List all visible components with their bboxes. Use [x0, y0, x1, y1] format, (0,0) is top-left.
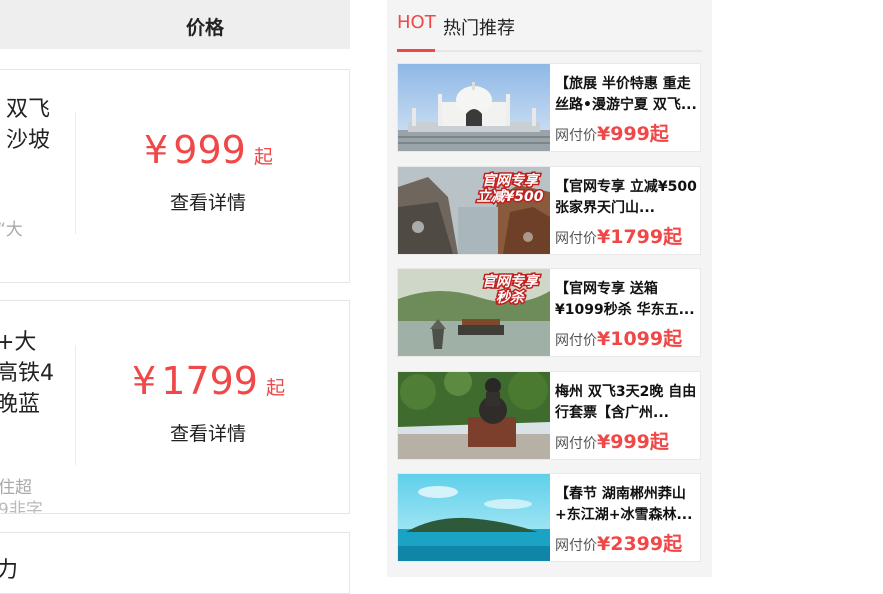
- product-title-line: 高铁4: [0, 361, 54, 386]
- badge-text: 立减¥500: [477, 188, 544, 205]
- recommend-price: 网付价¥999起: [555, 427, 669, 454]
- product-card[interactable]: +大 高铁4 晚蓝 住超 9非字 ¥ 1799 起 查看详情: [0, 300, 350, 514]
- recommend-item[interactable]: 官网专享 立减¥500 【官网专享 立减¥500 张家界天门山... 网付价¥1…: [397, 166, 701, 255]
- price-label: 网付价: [555, 333, 597, 349]
- product-price: ¥ 999 起: [144, 128, 273, 172]
- currency-symbol: ¥: [132, 359, 157, 403]
- price-value: ¥999起: [597, 431, 669, 453]
- price-column-header: 价格: [186, 17, 225, 39]
- product-description: 含“大: [0, 220, 23, 240]
- price-label: 网付价: [555, 436, 597, 452]
- recommend-title[interactable]: 【官网专享 送箱¥1099秒杀 华东五...: [555, 279, 699, 321]
- view-details-link[interactable]: 查看详情: [170, 419, 246, 446]
- divider: [75, 112, 76, 234]
- sidebar-tabs: HOT 热门推荐: [397, 0, 702, 52]
- recommend-item[interactable]: 【旅展 半价特惠 重走丝路•漫游宁夏 双飞... 网付价¥999起: [397, 63, 701, 152]
- price-value: ¥1099起: [597, 328, 683, 350]
- price-label: 网付价: [555, 538, 597, 554]
- currency-symbol: ¥: [144, 128, 169, 172]
- divider: [75, 345, 76, 465]
- tab-hot-recommend[interactable]: 热门推荐: [443, 14, 515, 40]
- recommend-price: 网付价¥1799起: [555, 222, 682, 249]
- product-description-line: 住超: [0, 478, 32, 498]
- product-price: ¥ 1799 起: [132, 359, 285, 403]
- product-card[interactable]: 力: [0, 532, 350, 594]
- product-title-line: 沙坡: [6, 128, 51, 153]
- product-description: 住超 9非字: [0, 477, 43, 514]
- recommend-title[interactable]: 梅州 双飞3天2晚 自由行套票【含广州...: [555, 382, 699, 424]
- product-title-line: 晚蓝: [0, 392, 41, 417]
- product-title[interactable]: 双飞 沙坡: [6, 94, 50, 156]
- product-description-line: 9非字: [0, 500, 43, 514]
- statue-photo[interactable]: [398, 372, 550, 459]
- lake-pagoda-photo[interactable]: 官网专享 秒杀: [398, 269, 550, 356]
- product-title[interactable]: 力: [0, 555, 18, 586]
- recommend-price: 网付价¥1099起: [555, 324, 682, 351]
- price-label: 网付价: [555, 231, 597, 247]
- price-value: ¥2399起: [597, 533, 683, 555]
- recommend-item[interactable]: 官网专享 秒杀 【官网专享 送箱¥1099秒杀 华东五... 网付价¥1099起: [397, 268, 701, 357]
- recommend-price: 网付价¥2399起: [555, 529, 682, 556]
- hot-recommend-sidebar: HOT 热门推荐 【旅展 半价特惠 重走丝路•漫游宁夏 双飞... 网付价¥99…: [387, 0, 712, 577]
- product-title[interactable]: +大 高铁4 晚蓝: [0, 327, 54, 420]
- product-card[interactable]: 双飞 沙坡 含“大 ¥ 999 起 查看详情: [0, 69, 350, 283]
- lake-island-photo[interactable]: [398, 474, 550, 561]
- canyon-photo[interactable]: 官网专享 立减¥500: [398, 167, 550, 254]
- recommend-title[interactable]: 【春节 湖南郴州莽山+东江湖+冰雪森林...: [555, 484, 699, 526]
- recommend-item[interactable]: 【春节 湖南郴州莽山+东江湖+冰雪森林... 网付价¥2399起: [397, 473, 701, 562]
- price-value: ¥1799起: [597, 226, 683, 248]
- price-value: 1799: [161, 359, 258, 403]
- product-title-line: +大: [0, 330, 37, 355]
- badge-text: 官网专享: [482, 172, 541, 189]
- active-tab-indicator: [397, 49, 435, 52]
- price-suffix: 起: [266, 377, 286, 399]
- badge-text: 官网专享: [482, 273, 541, 290]
- recommend-title[interactable]: 【旅展 半价特惠 重走丝路•漫游宁夏 双飞...: [555, 74, 699, 116]
- price-label: 网付价: [555, 128, 597, 144]
- tab-hot[interactable]: HOT: [397, 12, 436, 33]
- recommend-title[interactable]: 【官网专享 立减¥500 张家界天门山...: [555, 177, 699, 219]
- badge-text: 秒杀: [496, 289, 525, 306]
- product-title-line: 双飞: [6, 97, 51, 122]
- price-value: 999: [173, 128, 246, 172]
- recommend-item[interactable]: 梅州 双飞3天2晚 自由行套票【含广州... 网付价¥999起: [397, 371, 701, 460]
- view-details-link[interactable]: 查看详情: [170, 188, 246, 215]
- mosque-photo[interactable]: [398, 64, 550, 151]
- price-suffix: 起: [253, 146, 273, 168]
- table-header: 价格: [0, 0, 350, 49]
- price-value: ¥999起: [597, 123, 669, 145]
- recommend-price: 网付价¥999起: [555, 119, 669, 146]
